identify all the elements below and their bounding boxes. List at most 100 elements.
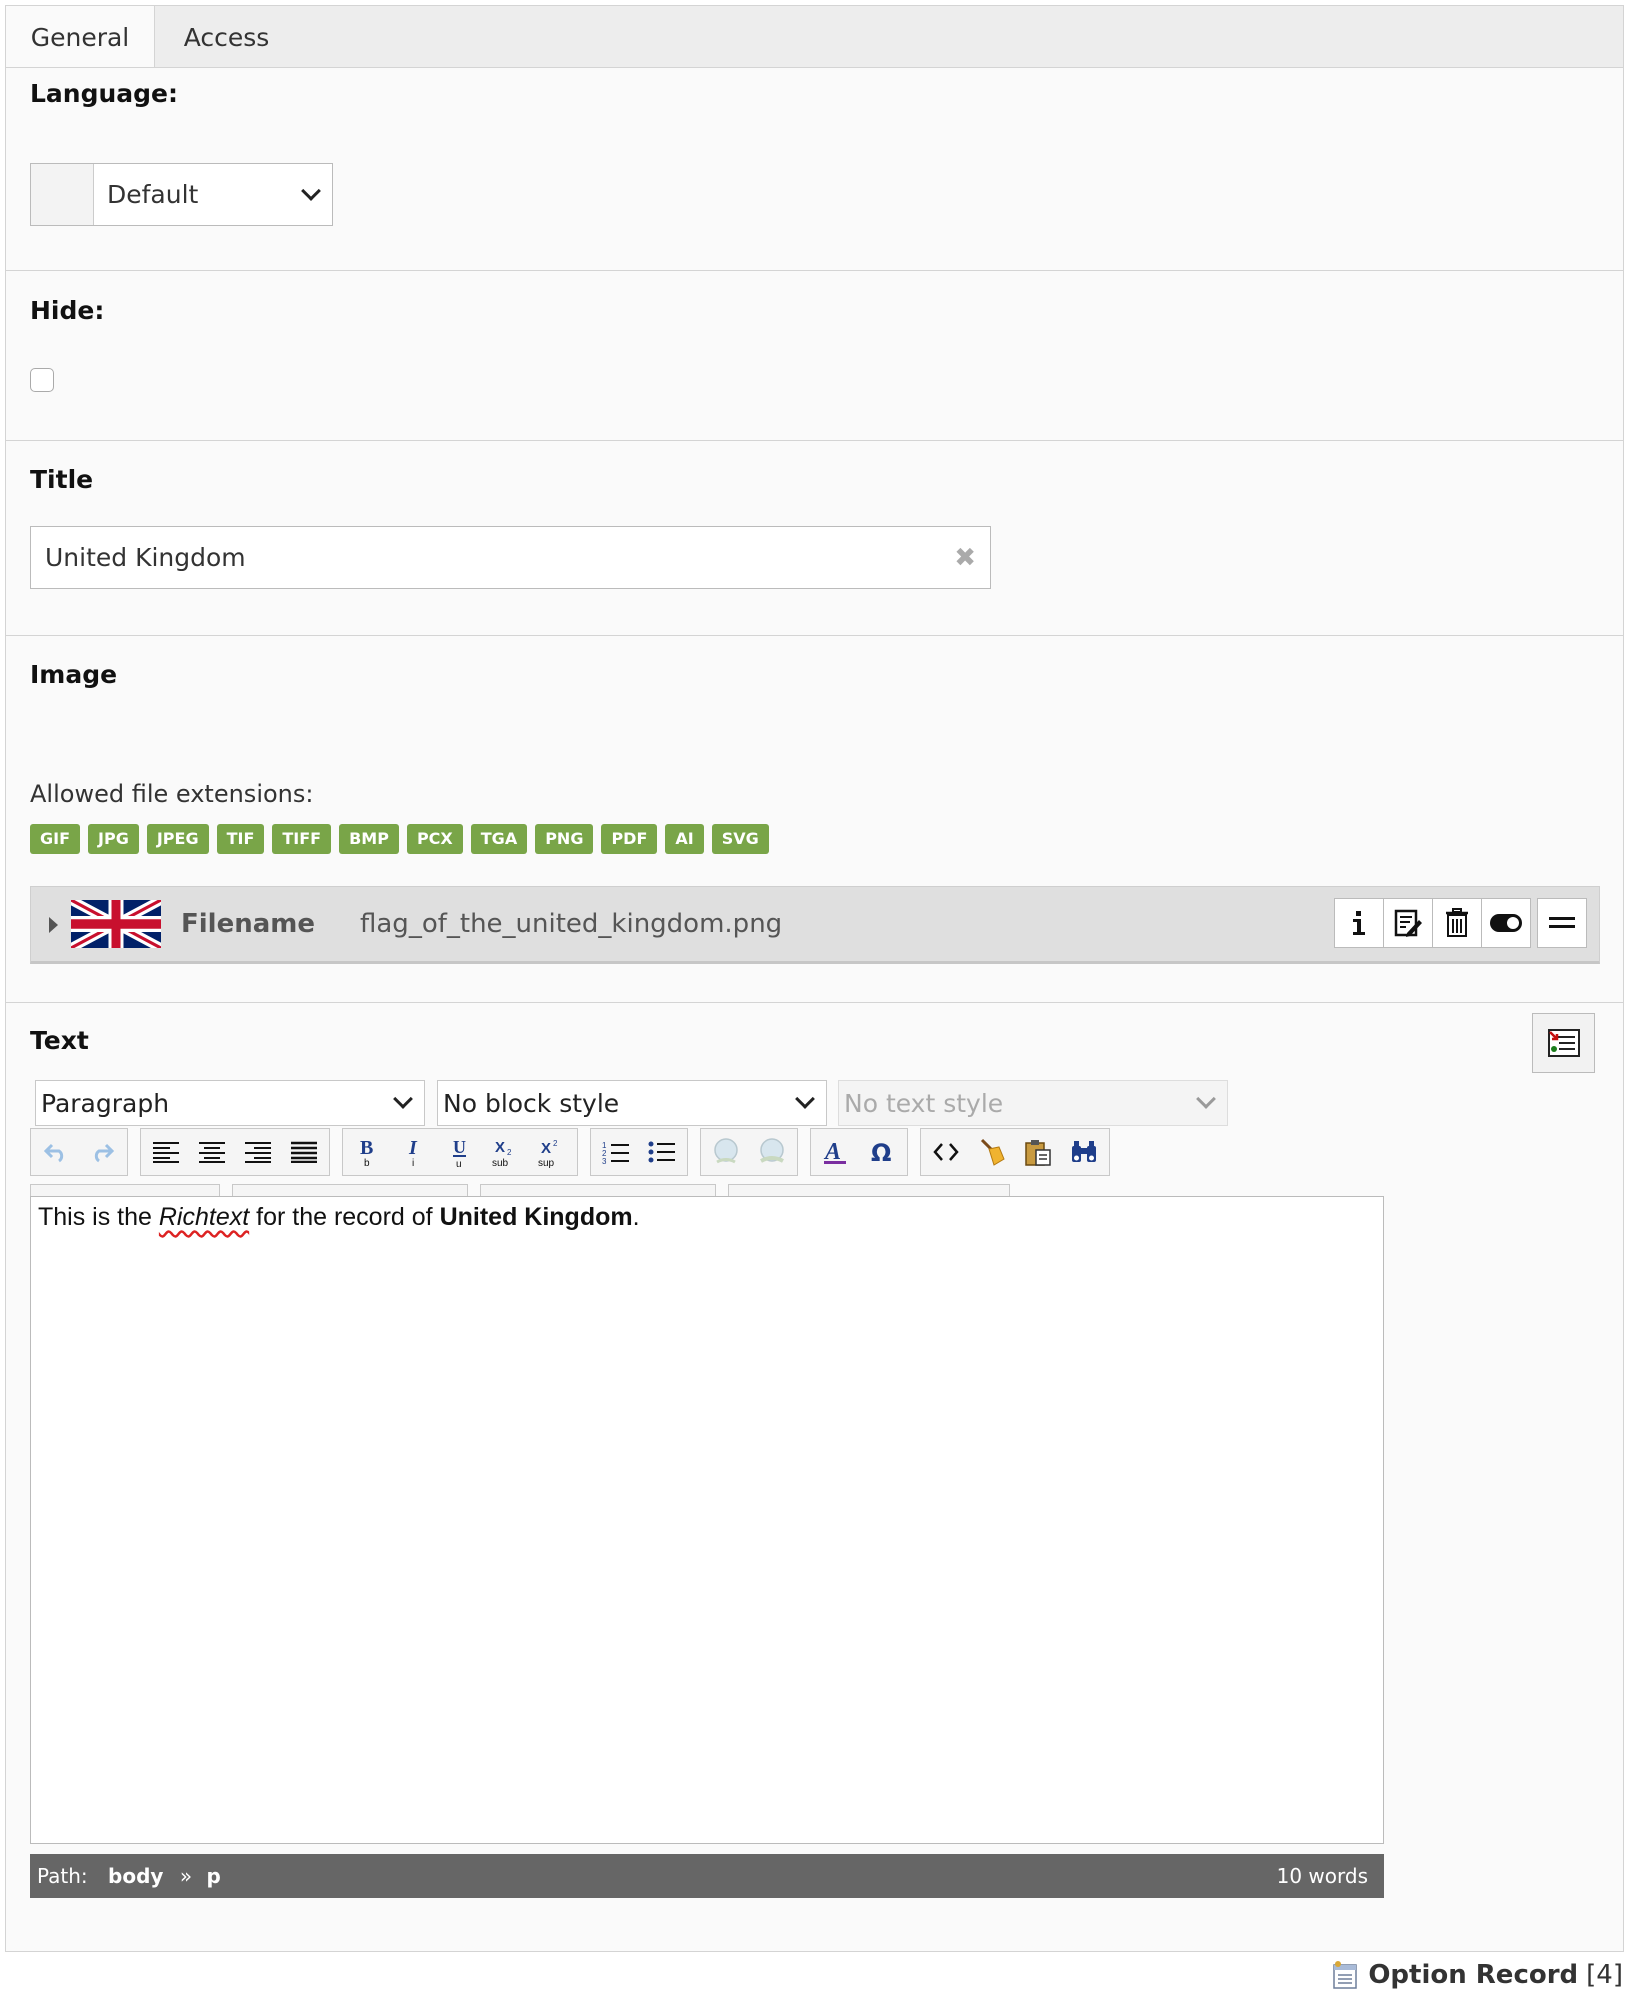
language-select[interactable]: Default xyxy=(30,163,333,226)
redo-button[interactable] xyxy=(79,1130,125,1174)
unordered-list-icon xyxy=(648,1141,675,1163)
path-separator: » xyxy=(179,1864,193,1888)
svg-text:B: B xyxy=(360,1137,373,1159)
drag-handle-button[interactable] xyxy=(1537,898,1587,948)
extension-badge: JPG xyxy=(88,824,139,854)
language-value: Default xyxy=(107,180,199,209)
fullscreen-icon xyxy=(1547,1029,1580,1057)
info-icon xyxy=(1353,911,1365,935)
text-color-button[interactable]: A xyxy=(813,1130,859,1174)
subscript-icon: X 2sub xyxy=(492,1139,512,1168)
tab-bar: General Access xyxy=(5,5,1624,69)
align-center-button[interactable] xyxy=(189,1130,235,1174)
align-left-button[interactable] xyxy=(143,1130,189,1174)
divider xyxy=(6,440,1623,441)
undo-button[interactable] xyxy=(33,1130,79,1174)
divider xyxy=(6,270,1623,271)
editor-text: This is the xyxy=(38,1203,159,1231)
path-p[interactable]: p xyxy=(206,1864,220,1888)
trash-icon xyxy=(1446,908,1468,937)
justify-button[interactable] xyxy=(281,1130,327,1174)
svg-text:I: I xyxy=(408,1137,418,1159)
block-style-select-value: No block style xyxy=(443,1088,620,1118)
binoculars-icon xyxy=(1072,1141,1096,1162)
svg-text:i: i xyxy=(412,1158,414,1168)
drag-handle-icon xyxy=(1549,917,1575,928)
text-color-icon: A xyxy=(823,1139,846,1165)
record-label: Option Record xyxy=(1368,1960,1579,1990)
hide-label: Hide: xyxy=(30,296,105,325)
file-reference-row[interactable]: Filename flag_of_the_united_kingdom.png xyxy=(30,886,1600,964)
unordered-list-button[interactable] xyxy=(639,1130,685,1174)
filename-value: flag_of_the_united_kingdom.png xyxy=(360,909,783,939)
extension-badge: JPEG xyxy=(146,824,209,854)
paste-icon xyxy=(1025,1140,1051,1166)
path-label: Path: xyxy=(37,1864,88,1888)
text-style-select[interactable]: No text style xyxy=(838,1080,1228,1126)
text-style-select-value: No text style xyxy=(844,1088,1004,1118)
filename-label: Filename xyxy=(181,909,315,939)
title-value: United Kingdom xyxy=(45,543,246,572)
info-button[interactable] xyxy=(1334,898,1384,948)
language-label: Language: xyxy=(30,79,179,108)
extension-badge: BMP xyxy=(339,824,399,854)
clear-icon[interactable]: ✖ xyxy=(954,543,976,573)
paste-button[interactable] xyxy=(1015,1130,1061,1174)
globe-link-icon xyxy=(714,1138,738,1164)
find-replace-button[interactable] xyxy=(1061,1130,1107,1174)
editor-text: . xyxy=(632,1203,640,1231)
svg-text:2: 2 xyxy=(507,1148,512,1157)
ordered-list-button[interactable]: 123 xyxy=(593,1130,639,1174)
allowed-extensions-caption: Allowed file extensions: xyxy=(30,780,314,808)
divider xyxy=(6,635,1623,636)
rte-toolbar-row-1: Bb Ii Uu X 2 sub X 2 sup 123 A Ω xyxy=(30,1128,1110,1176)
divider xyxy=(6,1002,1623,1003)
justify-icon xyxy=(291,1141,317,1163)
link-group xyxy=(700,1128,798,1176)
edit-icon xyxy=(1394,909,1422,937)
text-label: Text xyxy=(30,1026,89,1055)
format-select[interactable]: Paragraph xyxy=(35,1080,425,1126)
tab-access[interactable]: Access xyxy=(156,5,297,69)
align-right-button[interactable] xyxy=(235,1130,281,1174)
fullscreen-button[interactable] xyxy=(1532,1013,1595,1073)
extension-badge: PNG xyxy=(535,824,594,854)
tab-general[interactable]: General xyxy=(5,5,155,69)
undo-icon xyxy=(44,1143,64,1163)
svg-text:sub: sub xyxy=(492,1158,509,1168)
path-body[interactable]: body xyxy=(108,1864,163,1888)
list-group: 123 xyxy=(590,1128,688,1176)
svg-text:u: u xyxy=(456,1159,462,1168)
svg-text:Ω: Ω xyxy=(871,1139,891,1166)
title-input[interactable]: United Kingdom ✖ xyxy=(30,526,991,589)
svg-text:X: X xyxy=(541,1140,551,1157)
html-source-button[interactable] xyxy=(923,1130,969,1174)
insert-link-button[interactable] xyxy=(703,1130,749,1174)
clean-word-button[interactable] xyxy=(969,1130,1015,1174)
delete-button[interactable] xyxy=(1432,898,1482,948)
italic-button[interactable]: Ii xyxy=(391,1130,437,1174)
subscript-button[interactable]: X 2 sub xyxy=(483,1130,529,1174)
hide-checkbox[interactable] xyxy=(30,368,54,392)
history-group xyxy=(30,1128,128,1176)
extension-badge: TIFF xyxy=(272,824,332,854)
special-character-button[interactable]: Ω xyxy=(859,1130,905,1174)
svg-text:sup: sup xyxy=(538,1158,555,1168)
block-style-select[interactable]: No block style xyxy=(437,1080,827,1126)
character-group: A Ω xyxy=(810,1128,908,1176)
remove-link-button[interactable] xyxy=(749,1130,795,1174)
edit-metadata-button[interactable] xyxy=(1383,898,1433,948)
ordered-list-icon: 123 xyxy=(602,1141,629,1165)
underline-button[interactable]: Uu xyxy=(437,1130,483,1174)
broom-icon xyxy=(980,1138,1005,1166)
superscript-button[interactable]: X 2 sup xyxy=(529,1130,575,1174)
breadcrumb-path: Path: body » p xyxy=(37,1864,221,1888)
extension-badges: GIF JPG JPEG TIF TIFF BMP PCX TGA PNG PD… xyxy=(30,824,769,854)
toggle-visibility-button[interactable] xyxy=(1481,898,1531,948)
extension-badge: TGA xyxy=(470,824,528,854)
bold-button[interactable]: Bb xyxy=(345,1130,391,1174)
extension-badge: GIF xyxy=(30,824,81,854)
svg-text:3: 3 xyxy=(602,1157,607,1165)
rich-text-editor[interactable]: This is the Richtext for the record of U… xyxy=(30,1196,1384,1844)
expand-caret-icon[interactable] xyxy=(49,917,58,933)
